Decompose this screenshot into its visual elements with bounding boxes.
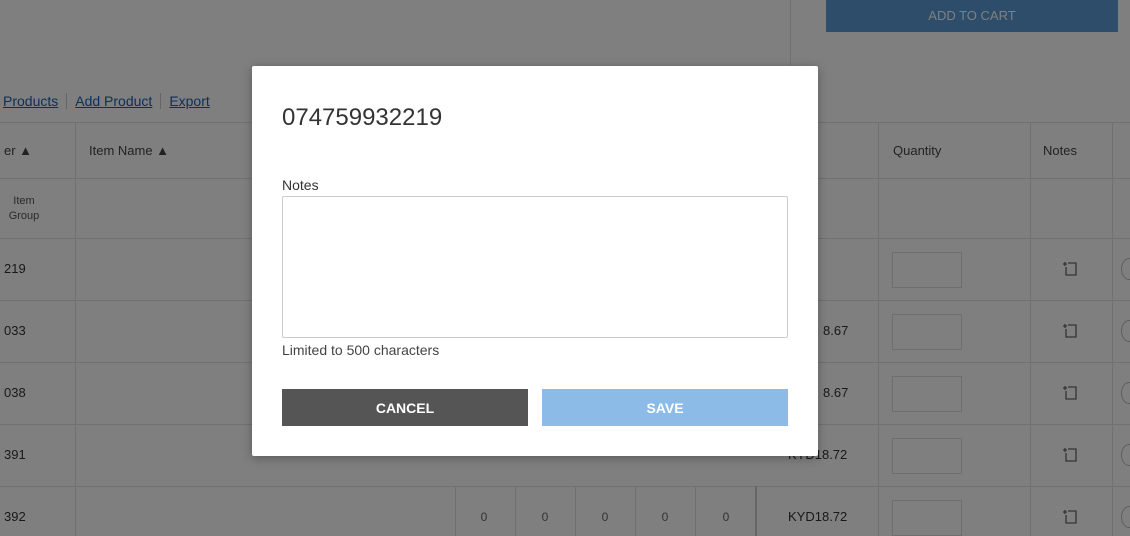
save-button[interactable]: SAVE <box>542 389 788 426</box>
notes-modal: 074759932219 Notes Limited to 500 charac… <box>252 66 818 456</box>
cancel-button[interactable]: CANCEL <box>282 389 528 426</box>
modal-title: 074759932219 <box>282 104 443 131</box>
notes-label: Notes <box>282 177 319 193</box>
notes-textarea[interactable] <box>282 196 788 338</box>
character-limit-hint: Limited to 500 characters <box>282 342 440 358</box>
